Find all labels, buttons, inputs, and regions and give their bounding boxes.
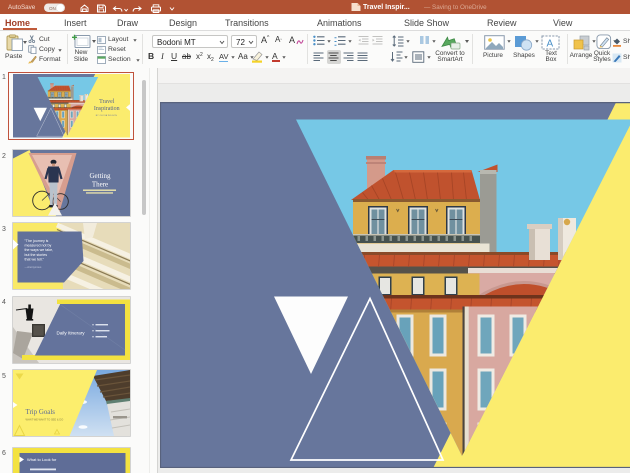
svg-text:ON: ON	[49, 5, 56, 10]
svg-text:—Anonymous: —Anonymous	[24, 265, 42, 269]
svg-text:Daily Itinerary: Daily Itinerary	[56, 330, 85, 335]
svg-text:measured not by: measured not by	[24, 244, 51, 248]
svg-text:WHAT WE WANT TO SEE & DO: WHAT WE WANT TO SEE & DO	[25, 418, 63, 422]
svg-text:but the stories: but the stories	[24, 253, 47, 257]
svg-text:Trip Goals: Trip Goals	[25, 409, 55, 416]
svg-text:There: There	[91, 181, 107, 189]
svg-text:What to Look for: What to Look for	[27, 457, 57, 462]
svg-text:"The journey is: "The journey is	[24, 239, 48, 243]
svg-text:Getting: Getting	[89, 172, 110, 180]
svg-text:that we tell.": that we tell."	[24, 257, 44, 261]
svg-text:Inspiration: Inspiration	[93, 106, 119, 112]
svg-text:A: A	[547, 39, 554, 50]
svg-text:Travel: Travel	[99, 99, 115, 105]
svg-text:the ways we take,: the ways we take,	[24, 248, 53, 252]
